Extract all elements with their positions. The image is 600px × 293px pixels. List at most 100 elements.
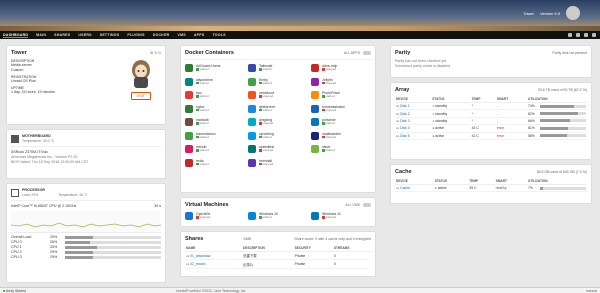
container-tile[interactable]: Tailscale started (248, 63, 308, 73)
power-icon[interactable]: ⏻ (158, 51, 161, 55)
container-tile[interactable]: qbittorrent started (248, 104, 308, 114)
cpu-row-label: CPU 3 (11, 255, 22, 259)
table-row[interactable]: ▭ Disk 3 ● standby * -66% (395, 117, 587, 126)
table-row[interactable]: ▭ 01_download 迅雷下载 Private 0 (185, 251, 371, 261)
share-name[interactable]: 02_record (190, 262, 205, 266)
disk-name[interactable]: Disk 1 (400, 104, 409, 108)
disk-name[interactable]: Disk 3 (400, 119, 409, 123)
nav-dashboard[interactable]: DASHBOARD (3, 33, 29, 38)
settings-icon[interactable]: ⚙ (150, 51, 153, 55)
disk-utilization-bar (540, 186, 586, 190)
container-tile[interactable]: OpenWrt stopped (185, 211, 245, 221)
share-name[interactable]: 01_download (190, 254, 210, 258)
container-tile[interactable]: ddns-noip stopped (311, 63, 371, 73)
container-tile[interactable]: AdGuard-Home started (185, 63, 245, 73)
server-avatar-image (132, 60, 150, 88)
disk-smart: - (495, 102, 527, 111)
container-tile[interactable]: syncthing started (248, 131, 308, 141)
cpu-row-bar-fill (65, 236, 93, 239)
manual-link[interactable]: manual (586, 289, 597, 293)
table-row[interactable]: ▭ Disk 5 ● active 41 Cerror 58% (395, 132, 587, 140)
disk-device[interactable]: ▭ Cache (395, 184, 434, 193)
container-tile[interactable]: frpc started (185, 90, 245, 100)
share-streams: 0 (332, 251, 371, 261)
cpu-load-graph (11, 211, 161, 233)
container-tile[interactable]: Windows 10 started (248, 211, 308, 221)
container-tile[interactable]: aliyundrive started (185, 77, 245, 87)
nav-plugins[interactable]: PLUGINS (127, 33, 144, 37)
disk-name[interactable]: Disk 2 (400, 112, 409, 116)
disk-name[interactable]: Disk 4 (400, 126, 409, 130)
container-tile[interactable]: xteve started (311, 144, 371, 154)
nav-apps[interactable]: APPS (194, 33, 205, 37)
container-tile[interactable]: PhotoPrism started (311, 90, 371, 100)
disk-temp: 39 C (468, 184, 495, 193)
terminal-icon[interactable] (576, 33, 580, 37)
nav-vms[interactable]: VMS (177, 33, 185, 37)
container-status: started (259, 215, 278, 220)
container-tile[interactable]: nginx started (185, 104, 245, 114)
container-status: started (259, 108, 275, 113)
disk-utilization-row: 66% (528, 119, 586, 123)
container-status: started (259, 67, 272, 72)
disk-device[interactable]: ▭ Disk 4 (395, 124, 432, 133)
nav-tools[interactable]: TOOLS (212, 33, 225, 37)
table-row[interactable]: ▭ Disk 4 ● active 43 Cerror 61% (395, 124, 587, 133)
disk-name[interactable]: Cache (400, 186, 410, 190)
reboot-button[interactable]: EXIT (131, 92, 151, 100)
container-status-text: started (262, 134, 272, 139)
disk-utilization: 74% (527, 102, 587, 111)
disk-device[interactable]: ▭ Disk 3 (395, 117, 432, 126)
share-security: Private (293, 251, 333, 261)
disk-utilization-percent: 61% (528, 126, 535, 131)
cpu-row-bar (65, 236, 161, 239)
container-tile[interactable]: Jellyfin stopped (311, 77, 371, 87)
container-tile[interactable]: Windows 11 stopped (311, 211, 371, 221)
play-icon (196, 135, 199, 139)
nav-users[interactable]: USERS (78, 33, 91, 37)
feedback-icon[interactable] (584, 33, 588, 37)
container-tile[interactable]: Emby started (248, 77, 308, 87)
info-icon[interactable] (568, 33, 572, 37)
disk-device[interactable]: ▭ Disk 1 (395, 102, 432, 111)
container-tile[interactable]: transmission started (185, 131, 245, 141)
disk-device[interactable]: ▭ Disk 5 (395, 132, 432, 140)
disk-device[interactable]: ▭ Disk 2 (395, 109, 432, 118)
table-row[interactable]: ▭ Disk 1 ● standby * -74% (395, 102, 587, 111)
nav-shares[interactable]: SHARES (54, 33, 70, 37)
processor-panel: PROCESSOR Load: 29% Temperature: 48 °C I… (6, 183, 166, 283)
container-tile[interactable]: qinglong stopped (248, 117, 308, 127)
interval-select[interactable]: 30 s (154, 204, 161, 209)
disk-smart: error (495, 124, 527, 133)
disk-name[interactable]: Disk 5 (400, 134, 409, 138)
nav-settings[interactable]: SETTINGS (100, 33, 120, 37)
nav-docker[interactable]: DOCKER (153, 33, 170, 37)
table-row[interactable]: ▭ Cache ● active 39 Chealthy 7% (395, 184, 587, 193)
container-tile[interactable]: redis started (185, 158, 245, 168)
nav-main[interactable]: MAIN (36, 33, 46, 37)
vm-grid: OpenWrt stopped Windows 10 started Windows 1… (185, 211, 371, 221)
disk-status-text: standby (435, 104, 448, 109)
container-tile[interactable]: nextcloud stopped (248, 90, 308, 100)
refresh-icon[interactable]: ↻ (154, 51, 157, 55)
container-tile[interactable]: homeassistant stopped (311, 104, 371, 114)
cpu-model: Intel® Core™ i5-8500T CPU @ 2.10GHz (11, 204, 77, 208)
avatar[interactable] (566, 6, 580, 20)
logout-icon[interactable] (592, 33, 596, 37)
shares-summary: Share count: 9 with 4 cache only and 0 e… (294, 237, 371, 241)
docker-filter[interactable]: ALL APPS (344, 51, 371, 56)
container-tile[interactable]: heimdall stopped (248, 158, 308, 168)
array-table: DEVICE STATUS TEMP SMART UTILIZATION ▭ D… (395, 96, 587, 140)
container-tile[interactable]: rsshub started (185, 144, 245, 154)
container-tile[interactable]: vaultwarden stopped (311, 131, 371, 141)
table-row[interactable]: ▭ 02_record 纪录片 Private 0 (185, 259, 371, 269)
container-tile[interactable]: portainer started (311, 117, 371, 127)
vm-filter[interactable]: ALL VMS (345, 203, 371, 208)
cache-panel: Cache 36.6 GB used of 500 GB (7.3 %) DEV… (390, 164, 592, 204)
container-tile[interactable]: speedtest stopped (248, 144, 308, 154)
disk-utilization-bar (540, 119, 586, 123)
container-status-text: stopped (325, 215, 337, 220)
table-row[interactable]: ▭ Disk 2 ● standby * -82% (395, 109, 587, 118)
shares-type[interactable]: SMB (243, 237, 251, 241)
container-tile[interactable]: mariadb started (185, 117, 245, 127)
